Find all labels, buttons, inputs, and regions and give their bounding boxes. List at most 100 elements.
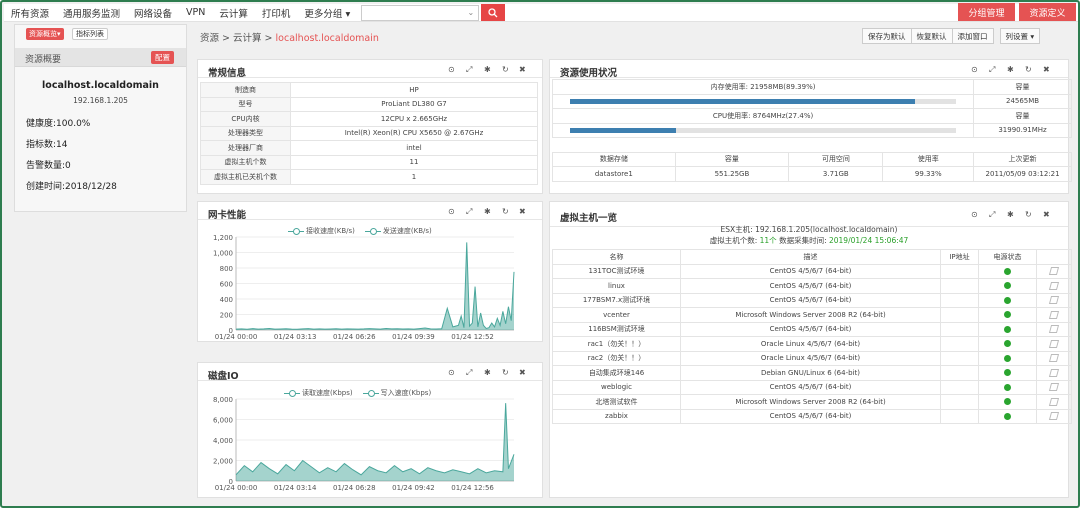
vm-table-row[interactable]: 131TOC测试环境 CentOS 4/5/6/7 (64-bit): [552, 263, 1072, 279]
close-icon[interactable]: ✖: [519, 207, 526, 216]
tab-metric-list[interactable]: 指标列表: [72, 28, 108, 40]
column-settings-button[interactable]: 列设置 ▾: [999, 28, 1041, 44]
gear-icon[interactable]: ✱: [1007, 65, 1014, 74]
edit-icon[interactable]: [1048, 383, 1060, 392]
refresh-icon[interactable]: ↻: [502, 65, 509, 74]
edit-icon[interactable]: [1048, 267, 1060, 276]
cpu-capacity: 31990.91MHz: [973, 122, 1072, 138]
tab-resource-overview[interactable]: 资源概览▾: [26, 28, 64, 40]
vm-count: 11个: [759, 236, 777, 245]
edit-icon[interactable]: [1048, 310, 1060, 319]
vm-ip: [940, 365, 979, 381]
vm-action: [1036, 336, 1072, 352]
settings-icon[interactable]: ⊙: [448, 207, 455, 216]
add-window-button[interactable]: 添加窗口: [951, 28, 994, 44]
vm-table-row[interactable]: weblogic CentOS 4/5/6/7 (64-bit): [552, 379, 1072, 395]
close-icon[interactable]: ✖: [519, 368, 526, 377]
close-icon[interactable]: ✖: [519, 65, 526, 74]
refresh-icon[interactable]: ↻: [1025, 210, 1032, 219]
vm-action: [1036, 394, 1072, 410]
edit-icon[interactable]: [1048, 412, 1060, 421]
general-info-row: 虚拟主机个数 11: [200, 154, 538, 170]
nav-service-monitoring[interactable]: 通用服务监测: [56, 6, 127, 20]
vm-table-row[interactable]: 自动集成环境146 Debian GNU/Linux 6 (64-bit): [552, 365, 1072, 381]
general-info-key: CPU内核: [200, 111, 291, 127]
general-info-row: 处理器厂商 intel: [200, 140, 538, 156]
vm-table-row[interactable]: rac2（勿关！！） Oracle Linux 4/5/6/7 (64-bit): [552, 350, 1072, 366]
y-tick-label: 1,200: [213, 234, 233, 242]
group-manage-button[interactable]: 分组管理: [958, 3, 1015, 21]
general-info-row: 处理器类型 Intel(R) Xeon(R) CPU X5650 @ 2.67GH…: [200, 125, 538, 141]
nav-network-devices[interactable]: 网络设备: [127, 6, 179, 20]
gear-icon[interactable]: ✱: [484, 65, 491, 74]
settings-icon[interactable]: ⊙: [971, 65, 978, 74]
expand-icon[interactable]: ⤢: [466, 65, 472, 75]
vm-table-row[interactable]: 177BSM7.x测试环境 CentOS 4/5/6/7 (64-bit): [552, 292, 1072, 308]
edit-icon[interactable]: [1048, 325, 1060, 334]
x-tick-label: 01/24 00:00: [215, 484, 258, 492]
edit-icon[interactable]: [1048, 296, 1060, 305]
vm-table: 名称 描述 IP地址 电源状态 131TOC测试环境 CentOS 4/5/6/7…: [552, 249, 1072, 424]
vm-ip: [940, 379, 979, 395]
breadcrumb-cloud[interactable]: 云计算: [233, 33, 262, 44]
ds-header: 容量: [674, 151, 790, 167]
resource-define-button[interactable]: 资源定义: [1019, 3, 1076, 21]
spacer-row: [552, 137, 1072, 153]
gear-icon[interactable]: ✱: [1007, 210, 1014, 219]
restore-default-button[interactable]: 恢复默认: [910, 28, 953, 44]
panel-title: 常规信息: [208, 68, 247, 79]
app-window: 所有资源 通用服务监测 网络设备 VPN 云计算 打印机 更多分组 ▾ ⌄ 分组…: [0, 0, 1080, 508]
expand-icon[interactable]: ⤢: [466, 368, 472, 378]
nav-all-resources[interactable]: 所有资源: [4, 6, 56, 20]
settings-icon[interactable]: ⊙: [448, 368, 455, 377]
nav-more-groups[interactable]: 更多分组 ▾: [297, 6, 357, 20]
breadcrumb-resources[interactable]: 资源: [200, 33, 219, 44]
health-stat: 健康度:100.0%: [26, 119, 91, 129]
vm-table-row[interactable]: linux CentOS 4/5/6/7 (64-bit): [552, 278, 1072, 294]
general-info-row: 型号 ProLiant DL380 G7: [200, 96, 538, 112]
breadcrumb-separator: >: [219, 33, 234, 44]
refresh-icon[interactable]: ↻: [502, 207, 509, 216]
cpu-usage-label: CPU使用率: 8764MHz(27.4%): [551, 108, 975, 124]
ds-capacity: 551.25GB: [674, 166, 790, 182]
gear-icon[interactable]: ✱: [484, 207, 491, 216]
vm-table-row[interactable]: rac1（勿关！！） Oracle Linux 4/5/6/7 (64-bit): [552, 336, 1072, 352]
close-icon[interactable]: ✖: [1043, 210, 1050, 219]
vm-power: [978, 350, 1037, 366]
panel-title: 网卡性能: [208, 210, 247, 221]
vm-table-row[interactable]: 116BSM测试环境 CentOS 4/5/6/7 (64-bit): [552, 321, 1072, 337]
config-button[interactable]: 配置: [151, 51, 174, 64]
nav-vpn[interactable]: VPN: [179, 7, 212, 18]
close-icon[interactable]: ✖: [1043, 65, 1050, 74]
edit-icon[interactable]: [1048, 281, 1060, 290]
refresh-icon[interactable]: ↻: [502, 368, 509, 377]
sidebar-header: 资源概要 配置: [15, 48, 186, 67]
nav-printers[interactable]: 打印机: [255, 6, 298, 20]
nav-cloud-computing[interactable]: 云计算: [212, 6, 255, 20]
vm-desc: CentOS 4/5/6/7 (64-bit): [680, 278, 941, 294]
search-input[interactable]: ⌄: [361, 4, 480, 21]
expand-icon[interactable]: ⤢: [466, 207, 472, 217]
expand-icon[interactable]: ⤢: [989, 65, 995, 75]
vm-table-row[interactable]: vcenter Microsoft Windows Server 2008 R2 …: [552, 307, 1072, 323]
refresh-icon[interactable]: ↻: [1025, 65, 1032, 74]
vm-table-row[interactable]: zabbix CentOS 4/5/6/7 (64-bit): [552, 408, 1072, 424]
settings-icon[interactable]: ⊙: [971, 210, 978, 219]
expand-icon[interactable]: ⤢: [989, 210, 995, 220]
vm-action: [1036, 263, 1072, 279]
save-default-button[interactable]: 保存为默认: [862, 28, 912, 44]
vm-table-row[interactable]: 北塔测试软件 Microsoft Windows Server 2008 R2 (…: [552, 394, 1072, 410]
chevron-down-icon[interactable]: ⌄: [468, 8, 475, 17]
edit-icon[interactable]: [1048, 339, 1060, 348]
search-button[interactable]: [481, 4, 506, 21]
settings-icon[interactable]: ⊙: [448, 65, 455, 74]
vm-ip: [940, 292, 979, 308]
general-info-value: intel: [290, 140, 538, 156]
vm-count-line: 虚拟主机个数: 11个 数据采集时间: 2019/01/24 15:06:47: [550, 235, 1068, 246]
general-info-key: 处理器厂商: [200, 140, 291, 156]
panel-title: 磁盘IO: [208, 371, 239, 382]
edit-icon[interactable]: [1048, 354, 1060, 363]
edit-icon[interactable]: [1048, 368, 1060, 377]
edit-icon[interactable]: [1048, 397, 1060, 406]
gear-icon[interactable]: ✱: [484, 368, 491, 377]
